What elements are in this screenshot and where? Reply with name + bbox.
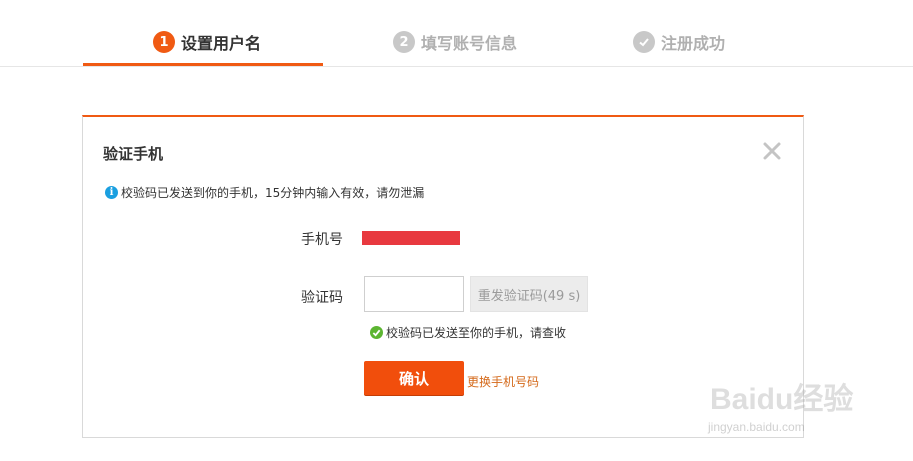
confirm-button[interactable]: 确认	[364, 361, 464, 395]
active-step-underline	[83, 63, 323, 66]
checkmark-icon	[633, 31, 655, 53]
registration-steps: 1 设置用户名 2 填写账号信息 注册成功	[0, 0, 913, 67]
info-icon: i	[105, 186, 118, 199]
step-register-success: 注册成功	[633, 30, 725, 54]
code-sent-message: 校验码已发送至你的手机，请查收	[370, 324, 566, 341]
step-label: 设置用户名	[181, 34, 262, 53]
step-label: 填写账号信息	[421, 34, 518, 53]
phone-label: 手机号	[301, 232, 343, 248]
success-check-icon	[370, 326, 383, 339]
dialog-title: 验证手机	[103, 145, 164, 163]
verification-code-input[interactable]	[364, 276, 464, 312]
notice: i 校验码已发送到你的手机，15分钟内输入有效，请勿泄漏	[105, 184, 424, 201]
step-number-badge: 1	[153, 31, 175, 53]
notice-text: 校验码已发送到你的手机，15分钟内输入有效，请勿泄漏	[121, 186, 425, 200]
verify-phone-dialog: 验证手机 i 校验码已发送到你的手机，15分钟内输入有效，请勿泄漏 手机号 验证…	[82, 115, 804, 438]
change-phone-link[interactable]: 更换手机号码	[467, 373, 539, 390]
sent-message-text: 校验码已发送至你的手机，请查收	[386, 326, 567, 340]
step-label: 注册成功	[661, 34, 726, 53]
masked-phone-number	[362, 231, 460, 245]
resend-code-button[interactable]: 重发验证码(49 s)	[470, 276, 588, 312]
step-number-badge: 2	[393, 31, 415, 53]
close-icon[interactable]	[762, 141, 782, 161]
step-set-username: 1 设置用户名	[153, 30, 261, 54]
step-fill-account-info: 2 填写账号信息	[393, 30, 517, 54]
code-label: 验证码	[301, 290, 343, 306]
